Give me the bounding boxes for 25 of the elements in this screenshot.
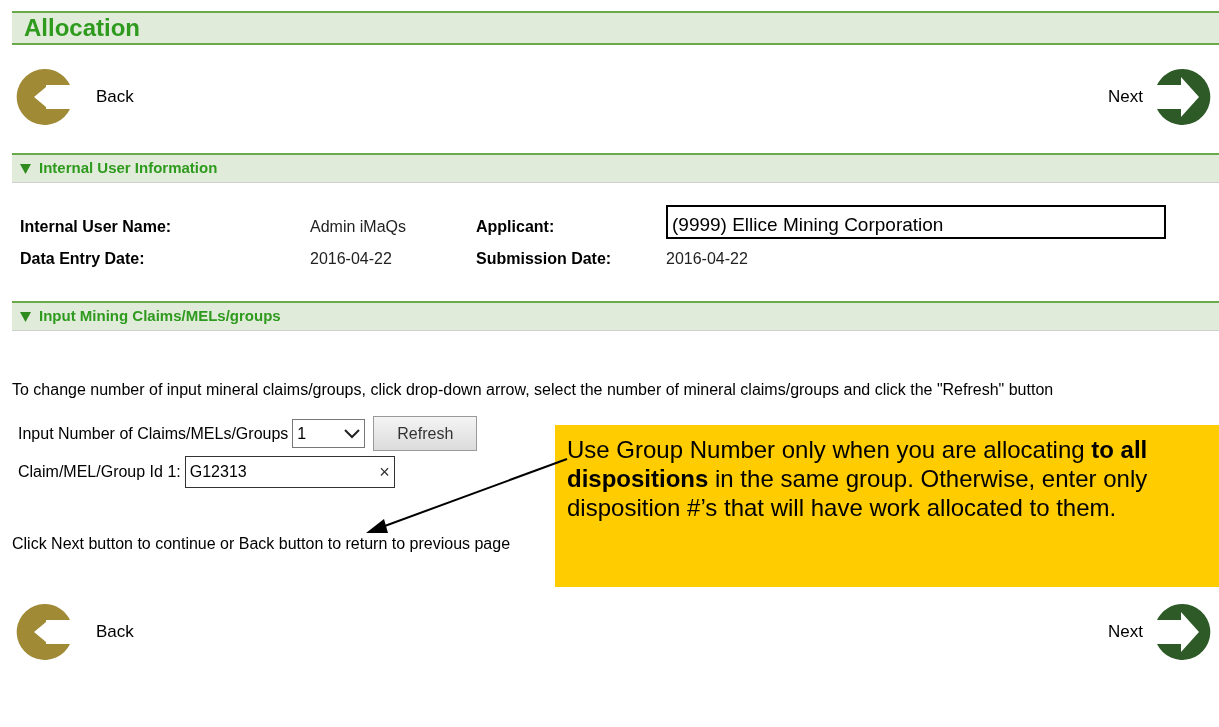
applicant-box: (9999) Ellice Mining Corporation — [666, 205, 1166, 239]
collapse-triangle-icon — [20, 163, 31, 174]
claim-id-field[interactable]: G12313 × — [184, 456, 395, 488]
count-select[interactable]: 1 — [292, 419, 366, 448]
navigation-hint-text: Click Next button to continue or Back button to return to previous page — [12, 534, 512, 554]
refresh-button[interactable]: Refresh — [373, 416, 478, 451]
field-label: Internal User Name: — [20, 217, 173, 237]
field-label: Submission Date: — [476, 249, 613, 269]
field-label: Data Entry Date: — [20, 249, 146, 269]
field-value: Admin iMaQs — [310, 217, 407, 237]
field-value: 2016-04-22 — [666, 249, 748, 269]
collapse-triangle-icon — [20, 311, 31, 322]
next-button[interactable]: Next — [1108, 65, 1215, 129]
dropdown-chevron-icon — [344, 428, 361, 439]
callout-box: Use Group Number only when you are allocating to all dispositions in the same group. Otherwise, enter only disposition #’s that will have work allocated to them. — [555, 425, 1219, 587]
back-button[interactable]: Back — [12, 600, 134, 664]
next-button[interactable]: Next — [1108, 600, 1215, 664]
back-button[interactable]: Back — [12, 65, 134, 129]
claim-id-label: Claim/MEL/Group Id 1: — [18, 462, 181, 482]
page-title-bar: Allocation — [12, 11, 1219, 45]
clear-button[interactable]: × — [379, 463, 390, 481]
instruction-text: To change number of input mineral claims/groups, click drop-down arrow, select the number of mineral claims/groups and click the "Refresh" button — [12, 380, 1055, 400]
field-label: Applicant: — [476, 217, 556, 237]
count-label: Input Number of Claims/MELs/Groups — [18, 423, 289, 444]
field-value: 2016-04-22 — [310, 249, 392, 269]
